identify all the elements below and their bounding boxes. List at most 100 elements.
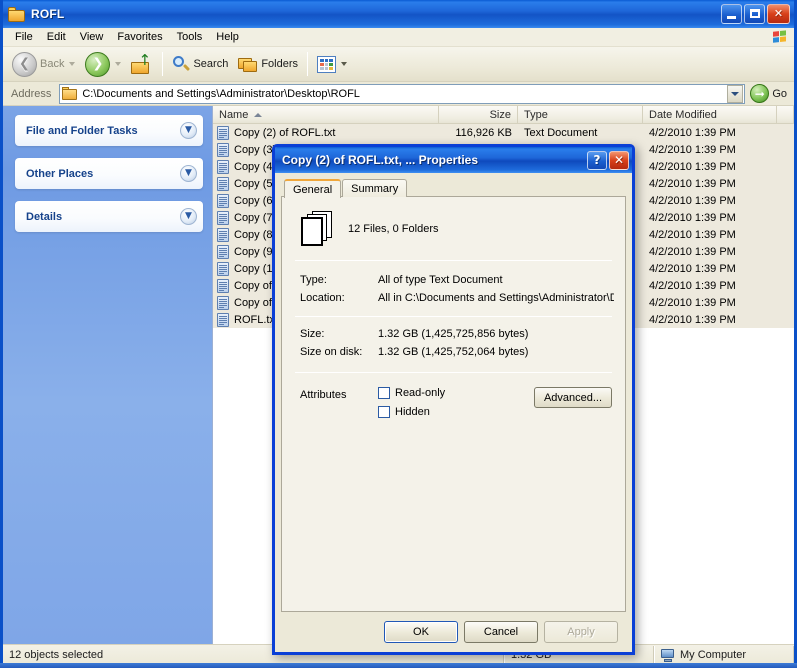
address-dropdown-button[interactable]	[727, 84, 744, 103]
chevron-double-down-icon[interactable]: ▼	[180, 165, 197, 182]
chevron-down-icon	[69, 62, 76, 66]
views-button[interactable]	[312, 49, 352, 80]
dialog-close-button[interactable]: ✕	[609, 150, 629, 170]
info-value: 1.32 GB (1,425,725,856 bytes)	[378, 328, 529, 340]
toolbar-separator	[162, 52, 164, 76]
column-header-filler	[777, 106, 794, 123]
close-button[interactable]: ✕	[767, 4, 790, 24]
go-button[interactable]: ➞ Go	[749, 84, 791, 103]
column-header-date-modified[interactable]: Date Modified	[643, 106, 777, 123]
cancel-button[interactable]: Cancel	[464, 621, 538, 643]
dialog-header-row: 12 Files, 0 Folders	[293, 207, 614, 257]
toolbar: ❮ Back ❯ ↑ Search Folders	[3, 47, 794, 82]
sidebar-panel-file-and-folder-tasks[interactable]: File and Folder Tasks ▼	[15, 115, 203, 146]
minimize-button[interactable]	[721, 4, 742, 24]
text-document-icon	[217, 312, 230, 327]
sidebar-panel-title: File and Folder Tasks	[26, 124, 138, 137]
sidebar-panel-title: Other Places	[26, 167, 94, 180]
checkbox-row-hidden[interactable]: Hidden	[378, 406, 534, 418]
menu-item-help[interactable]: Help	[209, 29, 246, 45]
menu-item-tools[interactable]: Tools	[170, 29, 210, 45]
divider	[295, 260, 612, 261]
help-button[interactable]: ?	[587, 150, 607, 170]
cell-date-modified: 4/2/2010 1:39 PM	[649, 279, 736, 292]
cell-date-modified: 4/2/2010 1:39 PM	[649, 296, 736, 309]
go-arrow-icon: ➞	[750, 84, 770, 103]
column-header-type[interactable]: Type	[518, 106, 643, 123]
info-row-location: Location: All in C:\Documents and Settin…	[293, 289, 614, 307]
address-value: C:\Documents and Settings\Administrator\…	[82, 87, 360, 100]
text-document-icon	[217, 159, 230, 174]
properties-dialog: Copy (2) of ROFL.txt, ... Properties ? ✕…	[272, 144, 635, 655]
text-document-icon	[217, 278, 230, 293]
text-document-icon	[217, 176, 230, 191]
dialog-button-row: OK Cancel Apply	[281, 613, 626, 645]
status-location: My Computer	[654, 645, 794, 665]
table-row[interactable]: Copy (2) of ROFL.txt 116,926 KB Text Docum…	[213, 124, 794, 141]
info-value: 1.32 GB (1,425,752,064 bytes)	[378, 346, 529, 358]
menu-item-view[interactable]: View	[73, 29, 111, 45]
folder-icon	[8, 6, 26, 22]
checkbox-row-read-only[interactable]: Read-only	[378, 387, 534, 399]
hidden-checkbox[interactable]	[378, 406, 390, 418]
cell-name: Copy (2) of ROFL.txt	[213, 125, 439, 140]
column-header-label: Name	[219, 108, 249, 121]
window-title-bar: ROFL ✕	[3, 0, 794, 28]
read-only-checkbox[interactable]	[378, 387, 390, 399]
back-button[interactable]: ❮ Back	[7, 49, 80, 80]
read-only-label: Read-only	[395, 387, 446, 399]
chevron-double-down-icon[interactable]: ▼	[180, 208, 197, 225]
folders-icon	[238, 56, 258, 73]
cell-date-modified: 4/2/2010 1:39 PM	[649, 126, 736, 139]
address-input[interactable]: C:\Documents and Settings\Administrator\…	[59, 83, 746, 104]
search-label: Search	[193, 58, 229, 70]
column-header-label: Size	[489, 108, 511, 121]
multiple-files-icon	[300, 211, 334, 247]
text-document-icon	[217, 125, 230, 140]
ok-button[interactable]: OK	[384, 621, 458, 643]
chevron-double-down-icon[interactable]: ▼	[180, 122, 197, 139]
column-header-name[interactable]: Name	[213, 106, 439, 123]
info-value: All of type Text Document	[378, 274, 503, 286]
sidebar-panel-title: Details	[26, 210, 63, 223]
forward-arrow-icon: ❯	[85, 51, 111, 77]
taskbar-strip	[0, 663, 797, 668]
cell-date-modified: 4/2/2010 1:39 PM	[649, 228, 736, 241]
menu-item-edit[interactable]: Edit	[40, 29, 73, 45]
folders-button[interactable]: Folders	[233, 49, 303, 80]
dialog-tabs: General Summary	[281, 178, 626, 198]
status-location-label: My Computer	[680, 649, 747, 661]
dialog-body: General Summary 12 Files, 0 Folders Type…	[275, 173, 632, 652]
forward-button[interactable]: ❯	[80, 49, 126, 80]
menu-bar: File Edit View Favorites Tools Help	[3, 28, 794, 47]
text-document-icon	[217, 210, 230, 225]
advanced-button[interactable]: Advanced...	[534, 387, 612, 408]
window-title: ROFL	[31, 7, 65, 21]
up-button[interactable]: ↑	[126, 49, 158, 80]
text-document-icon	[217, 193, 230, 208]
info-key: Size on disk:	[300, 346, 363, 358]
menu-item-favorites[interactable]: Favorites	[110, 29, 169, 45]
sidebar-panel-details[interactable]: Details ▼	[15, 201, 203, 232]
search-icon	[172, 55, 191, 73]
divider	[295, 372, 612, 373]
chevron-down-icon[interactable]	[341, 62, 348, 66]
maximize-button[interactable]	[744, 4, 765, 24]
sidebar-panel-other-places[interactable]: Other Places ▼	[15, 158, 203, 189]
menu-item-file[interactable]: File	[8, 29, 40, 45]
search-button[interactable]: Search	[167, 49, 233, 80]
address-label: Address	[11, 87, 52, 100]
info-row-size-on-disk: Size on disk: 1.32 GB (1,425,752,064 byt…	[293, 343, 614, 361]
tab-summary[interactable]: Summary	[342, 179, 408, 197]
cell-type: Text Document	[524, 126, 598, 139]
chevron-down-icon	[731, 91, 740, 96]
text-document-icon	[217, 244, 230, 259]
cell-size: 116,926 KB	[455, 126, 512, 139]
tab-general[interactable]: General	[284, 179, 342, 198]
info-key: Type:	[300, 274, 327, 286]
column-header-size[interactable]: Size	[439, 106, 518, 123]
dialog-header-text: 12 Files, 0 Folders	[348, 223, 439, 235]
address-bar: Address C:\Documents and Settings\Admini…	[3, 82, 794, 106]
window-caption-buttons: ✕	[721, 4, 792, 24]
back-arrow-icon: ❮	[12, 51, 37, 77]
